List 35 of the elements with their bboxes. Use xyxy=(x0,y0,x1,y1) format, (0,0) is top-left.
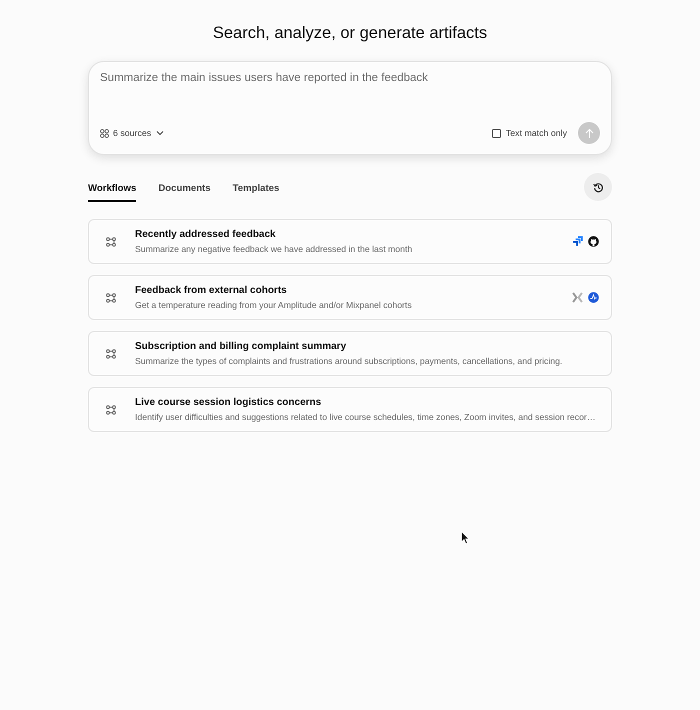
workflow-card[interactable]: Recently addressed feedback Summarize any negative feedback we have addressed in the last month xyxy=(88,219,612,264)
workflow-description: Summarize any negative feedback we have addressed in the last month xyxy=(135,243,414,255)
stacked-chevrons-icon xyxy=(572,236,583,247)
chevron-down-icon xyxy=(156,129,164,137)
mouse-pointer-icon xyxy=(461,531,470,545)
sources-dropdown[interactable]: 6 sources xyxy=(100,128,164,138)
wave-disc-icon xyxy=(588,292,599,303)
text-match-label: Text match only xyxy=(506,128,567,138)
tab[interactable]: Workflows xyxy=(88,182,136,202)
tab[interactable]: Documents xyxy=(158,182,211,202)
workflow-icon xyxy=(106,404,116,414)
history-icon xyxy=(592,182,604,192)
workflow-title: Feedback from external cohorts xyxy=(135,284,288,297)
x-mark-icon xyxy=(572,292,583,303)
prompt-box[interactable]: Summarize the main issues users have reported in the feedback 6 sources Text match only xyxy=(88,61,612,155)
prompt-input[interactable]: Summarize the main issues users have reported in the feedback xyxy=(100,71,600,122)
tab[interactable]: Templates xyxy=(232,182,280,202)
arrow-up-icon xyxy=(584,128,594,138)
workflow-card[interactable]: Feedback from external cohorts Get a temperature reading from your Amplitude and/or Mixpanel cohorts xyxy=(88,275,612,320)
workflow-description: Identify user difficulties and suggestions related to live course schedules, time zones, Zoom invites, and session recor… xyxy=(135,411,597,423)
workflow-card[interactable]: Subscription and billing complaint summary Summarize the types of complaints and frustrations around subscriptions, payments, cancellations, and pricing. xyxy=(88,331,612,376)
workflow-description: Get a temperature reading from your Amplitude and/or Mixpanel cohorts xyxy=(135,299,413,311)
workflow-description: Summarize the types of complaints and frustrations around subscriptions, payments, cancellations, and pricing. xyxy=(135,355,564,367)
grid-icon xyxy=(100,128,109,138)
workflow-title: Recently addressed feedback xyxy=(135,228,277,241)
workflow-icon xyxy=(106,236,116,246)
cat-silhouette-icon xyxy=(588,236,599,247)
workflow-title: Subscription and billing complaint summary xyxy=(135,340,348,353)
workflow-icon xyxy=(106,292,116,302)
workflow-title: Live course session logistics concerns xyxy=(135,396,322,409)
text-match-checkbox[interactable] xyxy=(492,128,501,138)
workflow-icon xyxy=(106,348,116,358)
workflow-card[interactable]: Live course session logistics concerns Identify user difficulties and suggestions related to live course schedules, time zones, Zoom invites, and session recor… xyxy=(88,387,612,432)
page-title: Search, analyze, or generate artifacts xyxy=(212,23,488,44)
history-button[interactable] xyxy=(584,173,612,201)
